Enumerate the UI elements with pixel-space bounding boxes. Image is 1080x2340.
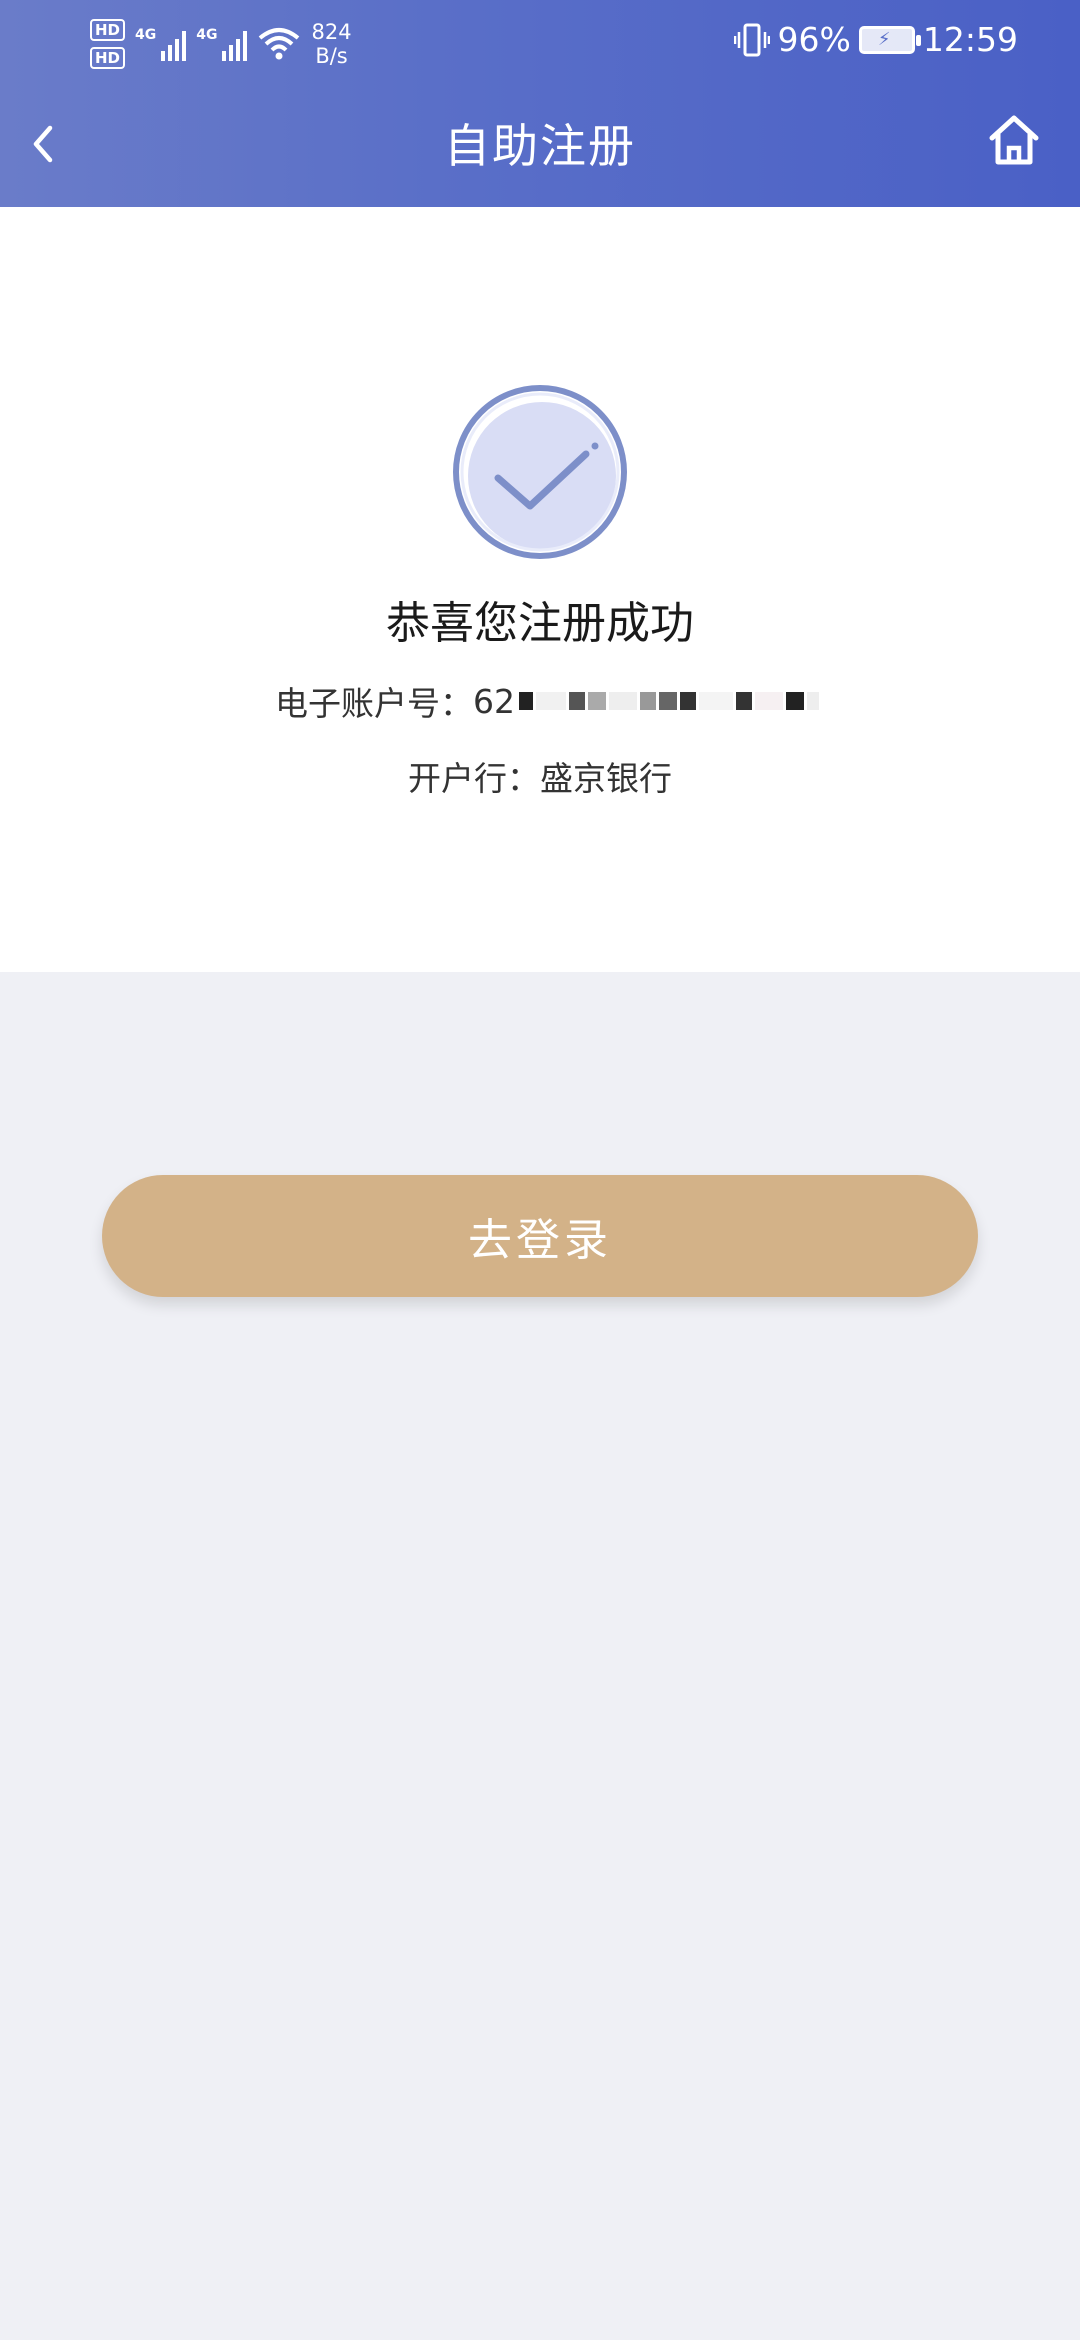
go-login-button[interactable]: 去登录 — [102, 1175, 978, 1297]
hd-indicator-2: HD — [90, 47, 126, 69]
network-type-1: 4G — [135, 27, 157, 43]
account-row: 电子账户号： 62 — [275, 677, 822, 725]
account-label: 电子账户号： — [275, 684, 473, 723]
vibrate-icon — [733, 23, 770, 56]
network-type-2: 4G — [196, 27, 218, 43]
bank-label: 开户行： — [408, 759, 540, 798]
status-left: HD HD 4G 4G 824 B/s — [90, 14, 352, 74]
clock: 12:59 — [922, 20, 1018, 59]
hd-indicator-1: HD — [90, 19, 126, 41]
account-number: 62 — [473, 681, 515, 721]
network-speed: 824 B/s — [311, 20, 351, 68]
check-circle-icon — [453, 385, 627, 559]
battery-icon: ⚡ — [858, 25, 921, 54]
bank-name: 盛京银行 — [540, 759, 672, 798]
signal-icon: 4G — [135, 27, 187, 61]
wifi-icon — [259, 28, 300, 60]
account-number-masked — [519, 692, 822, 710]
hd-indicators: HD HD — [90, 19, 126, 69]
speed-unit: B/s — [315, 44, 348, 68]
signal-icon-2: 4G — [196, 27, 248, 61]
speed-value: 824 — [311, 20, 352, 44]
success-message: 恭喜您注册成功 — [386, 598, 694, 649]
bank-row: 开户行：盛京银行 — [0, 752, 1080, 800]
battery-percent: 96% — [777, 20, 851, 59]
page-title: 自助注册 — [444, 119, 636, 173]
home-icon[interactable] — [986, 112, 1042, 168]
status-right: 96% ⚡ 12:59 — [733, 20, 1018, 59]
nav-bar: 自助注册 — [0, 100, 1080, 188]
top-bar: HD HD 4G 4G 824 B/s 96% ⚡ 12:59 自助注册 — [0, 0, 1080, 207]
status-bar: HD HD 4G 4G 824 B/s 96% ⚡ 12:59 — [0, 0, 1080, 84]
result-card: 恭喜您注册成功 电子账户号： 62 开户行：盛京银行 — [0, 207, 1080, 972]
